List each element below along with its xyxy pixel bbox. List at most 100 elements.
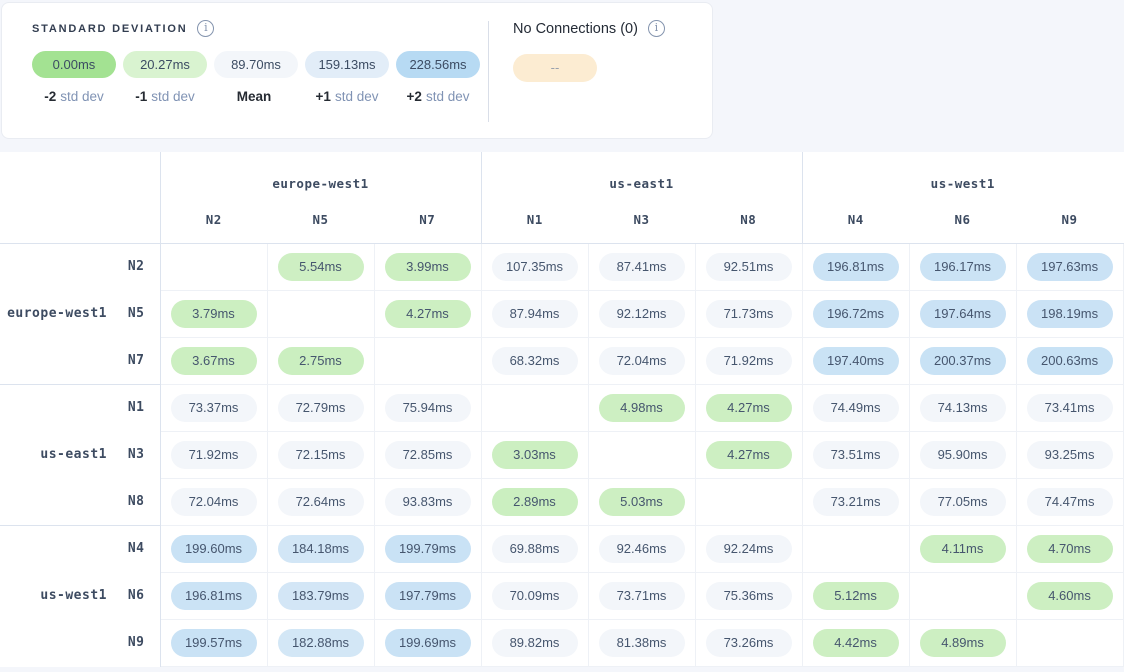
latency-cell[interactable]: 71.92ms xyxy=(160,431,267,478)
latency-pill: 72.79ms xyxy=(278,394,364,422)
latency-cell[interactable]: 197.40ms xyxy=(802,337,909,384)
latency-cell[interactable] xyxy=(374,337,481,384)
latency-cell[interactable]: 4.42ms xyxy=(802,619,909,666)
latency-cell[interactable]: 4.70ms xyxy=(1016,525,1123,572)
latency-cell[interactable]: 87.94ms xyxy=(481,290,588,337)
legend-label: -1std dev xyxy=(135,89,195,104)
latency-cell[interactable]: 87.41ms xyxy=(588,243,695,290)
latency-cell[interactable]: 68.32ms xyxy=(481,337,588,384)
latency-cell[interactable]: 92.12ms xyxy=(588,290,695,337)
latency-cell[interactable]: 69.88ms xyxy=(481,525,588,572)
info-icon[interactable]: i xyxy=(197,20,214,37)
latency-cell[interactable]: 4.27ms xyxy=(374,290,481,337)
latency-cell[interactable]: 199.60ms xyxy=(160,525,267,572)
latency-cell[interactable]: 72.15ms xyxy=(267,431,374,478)
latency-pill: 197.40ms xyxy=(813,347,899,375)
latency-cell[interactable]: 3.03ms xyxy=(481,431,588,478)
std-dev-scale: 0.00ms -2std dev 20.27ms -1std dev 89.70… xyxy=(32,51,488,104)
latency-cell[interactable]: 74.47ms xyxy=(1016,478,1123,525)
latency-cell[interactable]: 72.64ms xyxy=(267,478,374,525)
latency-cell[interactable]: 77.05ms xyxy=(909,478,1016,525)
latency-cell[interactable]: 89.82ms xyxy=(481,619,588,666)
latency-cell[interactable] xyxy=(909,572,1016,619)
latency-cell[interactable]: 73.21ms xyxy=(802,478,909,525)
latency-cell[interactable]: 183.79ms xyxy=(267,572,374,619)
latency-cell[interactable] xyxy=(481,384,588,431)
latency-cell[interactable]: 70.09ms xyxy=(481,572,588,619)
latency-cell[interactable]: 4.60ms xyxy=(1016,572,1123,619)
latency-cell[interactable]: 4.98ms xyxy=(588,384,695,431)
latency-cell[interactable]: 197.79ms xyxy=(374,572,481,619)
latency-cell[interactable]: 71.73ms xyxy=(695,290,802,337)
matrix-row: N872.04ms 72.64ms 93.83ms2.89ms5.03ms 73.21… xyxy=(0,478,1123,525)
latency-cell[interactable]: 200.63ms xyxy=(1016,337,1123,384)
latency-cell[interactable]: 3.99ms xyxy=(374,243,481,290)
latency-cell[interactable]: 3.79ms xyxy=(160,290,267,337)
latency-cell[interactable]: 92.24ms xyxy=(695,525,802,572)
latency-cell[interactable]: 92.51ms xyxy=(695,243,802,290)
latency-cell[interactable]: 74.13ms xyxy=(909,384,1016,431)
latency-cell[interactable]: 200.37ms xyxy=(909,337,1016,384)
latency-cell[interactable]: 72.79ms xyxy=(267,384,374,431)
latency-cell[interactable]: 182.88ms xyxy=(267,619,374,666)
latency-cell[interactable]: 71.92ms xyxy=(695,337,802,384)
latency-cell[interactable]: 72.04ms xyxy=(588,337,695,384)
latency-cell[interactable]: 73.71ms xyxy=(588,572,695,619)
latency-cell[interactable]: 107.35ms xyxy=(481,243,588,290)
latency-cell[interactable]: 4.11ms xyxy=(909,525,1016,572)
latency-cell[interactable]: 72.85ms xyxy=(374,431,481,478)
latency-cell[interactable]: 5.54ms xyxy=(267,243,374,290)
latency-cell[interactable]: 4.27ms xyxy=(695,431,802,478)
latency-cell[interactable]: 75.94ms xyxy=(374,384,481,431)
latency-cell[interactable]: 196.81ms xyxy=(802,243,909,290)
latency-cell[interactable]: 2.75ms xyxy=(267,337,374,384)
latency-cell[interactable]: 5.12ms xyxy=(802,572,909,619)
latency-cell[interactable]: 4.27ms xyxy=(695,384,802,431)
latency-cell[interactable]: 5.03ms xyxy=(588,478,695,525)
latency-cell[interactable] xyxy=(695,478,802,525)
info-icon[interactable]: i xyxy=(648,20,665,37)
latency-cell[interactable]: 73.51ms xyxy=(802,431,909,478)
latency-cell[interactable]: 95.90ms xyxy=(909,431,1016,478)
latency-cell[interactable]: 4.89ms xyxy=(909,619,1016,666)
node-column-header: N4 xyxy=(802,197,909,243)
latency-cell[interactable]: 74.49ms xyxy=(802,384,909,431)
latency-cell[interactable]: 93.83ms xyxy=(374,478,481,525)
latency-cell[interactable]: 72.04ms xyxy=(160,478,267,525)
latency-cell[interactable]: 92.46ms xyxy=(588,525,695,572)
latency-cell[interactable]: 199.79ms xyxy=(374,525,481,572)
latency-pill: 72.15ms xyxy=(278,441,364,469)
latency-cell[interactable]: 2.89ms xyxy=(481,478,588,525)
latency-cell[interactable]: 3.67ms xyxy=(160,337,267,384)
latency-pill: 4.42ms xyxy=(813,629,899,657)
latency-cell[interactable]: 198.19ms xyxy=(1016,290,1123,337)
node-row-label: N8 xyxy=(115,478,160,525)
legend-item: 89.70ms Mean xyxy=(214,51,298,104)
latency-cell[interactable]: 199.69ms xyxy=(374,619,481,666)
latency-cell[interactable]: 93.25ms xyxy=(1016,431,1123,478)
latency-cell[interactable]: 184.18ms xyxy=(267,525,374,572)
latency-cell[interactable]: 73.26ms xyxy=(695,619,802,666)
no-connections-title: No Connections (0) xyxy=(513,21,638,37)
latency-cell[interactable]: 75.36ms xyxy=(695,572,802,619)
latency-cell[interactable] xyxy=(267,290,374,337)
node-column-header: N7 xyxy=(374,197,481,243)
latency-pill: 72.64ms xyxy=(278,488,364,516)
latency-cell[interactable]: 197.64ms xyxy=(909,290,1016,337)
latency-cell[interactable] xyxy=(160,243,267,290)
latency-cell[interactable] xyxy=(588,431,695,478)
latency-cell[interactable]: 196.81ms xyxy=(160,572,267,619)
latency-cell[interactable]: 196.17ms xyxy=(909,243,1016,290)
latency-cell[interactable]: 73.41ms xyxy=(1016,384,1123,431)
latency-pill: 95.90ms xyxy=(920,441,1006,469)
latency-cell[interactable] xyxy=(1016,619,1123,666)
latency-cell[interactable]: 73.37ms xyxy=(160,384,267,431)
latency-cell[interactable]: 197.63ms xyxy=(1016,243,1123,290)
latency-cell[interactable]: 81.38ms xyxy=(588,619,695,666)
latency-cell[interactable] xyxy=(802,525,909,572)
latency-pill: 74.13ms xyxy=(920,394,1006,422)
latency-cell[interactable]: 196.72ms xyxy=(802,290,909,337)
node-row-label: N3 xyxy=(115,431,160,478)
latency-cell[interactable]: 199.57ms xyxy=(160,619,267,666)
latency-pill: 4.27ms xyxy=(385,300,471,328)
